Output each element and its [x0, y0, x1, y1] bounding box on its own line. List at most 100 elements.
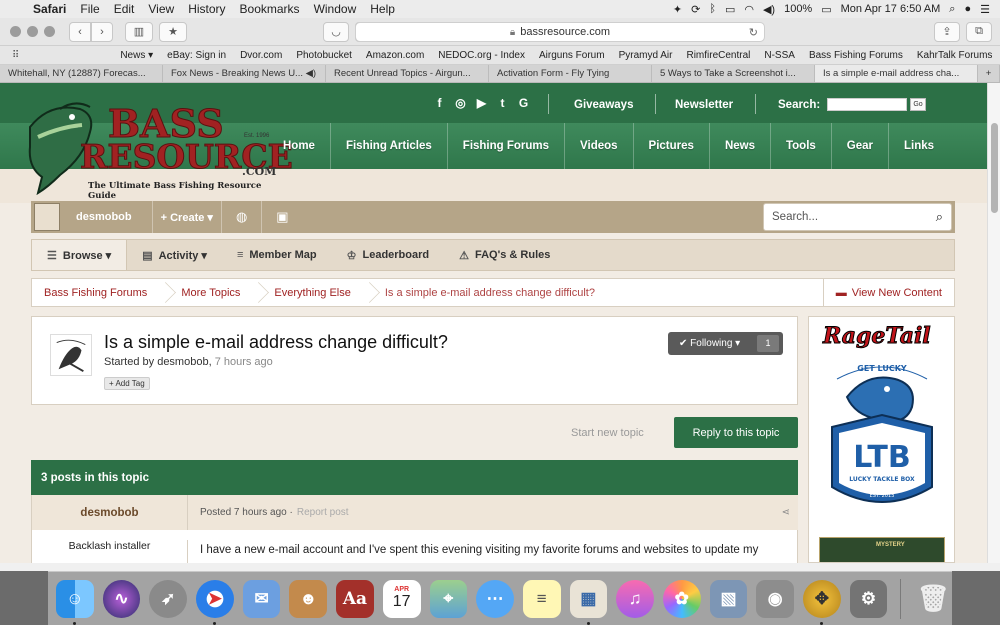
pocket-icon[interactable]: ◡ — [323, 21, 349, 42]
subnav-faq-rules[interactable]: ⚠ FAQ's & Rules — [444, 240, 565, 270]
finder-icon[interactable]: ☺ — [56, 579, 94, 625]
vertical-scrollbar[interactable] — [987, 83, 1000, 563]
post-author[interactable]: desmobob — [32, 495, 188, 530]
nav-home[interactable]: Home — [268, 123, 331, 169]
menu-file[interactable]: File — [73, 2, 106, 16]
battery-percent[interactable]: 100% — [784, 3, 812, 15]
grid-icon[interactable]: ⠿ — [12, 50, 19, 61]
system-preferences-icon[interactable]: ⚙ — [849, 579, 888, 618]
airplay-icon[interactable]: ▭ — [725, 3, 735, 16]
tabs-overview-icon[interactable]: ⧉ — [966, 21, 992, 42]
menu-history[interactable]: History — [181, 2, 232, 16]
share-icon[interactable]: ⇪ — [934, 21, 960, 42]
fav-item[interactable]: Photobucket — [289, 50, 359, 61]
close-window-button[interactable] — [10, 26, 21, 37]
spotlight-icon[interactable]: ⌕ — [949, 3, 955, 16]
wifi-icon[interactable]: ◠ — [744, 3, 754, 16]
user-avatar[interactable] — [34, 203, 60, 231]
trash-icon[interactable]: 🗑︎ — [914, 580, 952, 618]
screenshot-icon[interactable]: ◉ — [756, 579, 794, 618]
messages-icon[interactable]: ⋯ — [476, 579, 514, 618]
contacts-icon[interactable]: ☻ — [289, 579, 328, 618]
start-new-topic-link[interactable]: Start new topic — [571, 427, 644, 439]
inbox-icon[interactable]: ▣ — [276, 209, 288, 225]
breadcrumb-item[interactable]: Bass Fishing Forums — [32, 279, 159, 306]
nav-videos[interactable]: Videos — [565, 123, 634, 169]
instagram-icon[interactable]: ◎ — [453, 95, 468, 110]
google-plus-icon[interactable]: G — [516, 95, 531, 110]
forward-button[interactable]: › — [91, 21, 113, 42]
battery-icon[interactable]: ▭ — [821, 3, 831, 16]
youtube-icon[interactable]: ▶ — [474, 95, 489, 110]
photos-icon[interactable]: ✿ — [662, 579, 701, 618]
siri-icon[interactable]: ∿ — [102, 579, 141, 618]
subnav-leaderboard[interactable]: ♔ Leaderboard — [332, 240, 445, 270]
twitter-icon[interactable]: t — [495, 95, 510, 110]
volume-icon[interactable]: ◀) — [763, 3, 775, 16]
breadcrumb-item[interactable]: Everything Else — [262, 279, 362, 306]
compass-icon[interactable]: ✥ — [803, 579, 841, 625]
report-post-link[interactable]: Report post — [297, 507, 349, 518]
nav-pictures[interactable]: Pictures — [634, 123, 710, 169]
fav-item[interactable]: N-SSA — [757, 50, 802, 61]
fav-item[interactable]: Amazon.com — [359, 50, 431, 61]
nav-gear[interactable]: Gear — [832, 123, 890, 169]
fav-item[interactable]: RimfireCentral — [679, 50, 757, 61]
bluetooth-icon[interactable]: ᛒ — [709, 3, 716, 15]
top-sites-icon[interactable]: ★ — [159, 21, 187, 42]
fav-item[interactable]: Dvor.com — [233, 50, 289, 61]
site-logo[interactable]: Est. 1996 BASS RESOURCE .COM The Ultimat… — [20, 93, 293, 205]
zoom-window-button[interactable] — [44, 26, 55, 37]
clock[interactable]: Mon Apr 17 6:50 AM — [841, 3, 941, 15]
address-bar[interactable]: 🔒︎ bassresource.com ↻ — [355, 22, 765, 42]
globe-icon[interactable]: ◍ — [236, 209, 247, 225]
fav-item[interactable]: eBay: Sign in — [160, 50, 233, 61]
started-by-text[interactable]: Started by desmobob, — [104, 356, 212, 368]
image-capture-icon[interactable]: ▧ — [709, 579, 748, 618]
nav-news[interactable]: News — [710, 123, 771, 169]
site-search-input[interactable]: Search... ⌕ — [763, 203, 952, 231]
siri-icon[interactable]: ● — [964, 3, 971, 15]
menu-edit[interactable]: Edit — [107, 2, 142, 16]
browser-tab-active[interactable]: Is a simple e-mail address cha... — [815, 65, 978, 82]
nav-links[interactable]: Links — [889, 123, 949, 169]
breadcrumb-item[interactable]: More Topics — [169, 279, 252, 306]
create-button[interactable]: + Create ▾ — [161, 211, 213, 224]
nav-fishing-articles[interactable]: Fishing Articles — [331, 123, 448, 169]
status-sync-icon[interactable]: ⟳ — [691, 3, 700, 16]
launchpad-icon[interactable]: ➶ — [149, 579, 188, 618]
itunes-icon[interactable]: ♫ — [616, 579, 654, 618]
browser-tab[interactable]: Whitehall, NY (12887) Forecas... — [0, 65, 163, 82]
browser-tab[interactable]: Activation Form - Fly Tying — [489, 65, 652, 82]
horizontal-scrollbar[interactable] — [0, 563, 1000, 571]
author-avatar[interactable] — [50, 334, 92, 376]
menu-bookmarks[interactable]: Bookmarks — [233, 2, 307, 16]
reply-button[interactable]: Reply to this topic — [674, 417, 798, 448]
menu-help[interactable]: Help — [363, 2, 402, 16]
dictionary-icon[interactable]: Aa — [336, 579, 374, 618]
calendar-icon[interactable]: APR 17 — [382, 579, 421, 618]
menu-view[interactable]: View — [141, 2, 181, 16]
minimize-window-button[interactable] — [27, 26, 38, 37]
fav-item[interactable]: Bass Fishing Forums — [802, 50, 910, 61]
fav-item[interactable]: Airguns Forum — [532, 50, 612, 61]
newsletter-link[interactable]: Newsletter — [675, 99, 733, 111]
notification-center-icon[interactable]: ☰ — [980, 3, 990, 16]
status-tool-icon[interactable]: ✦ — [673, 3, 682, 16]
notes-icon[interactable]: ≡ — [522, 579, 561, 618]
sidebar-toggle-icon[interactable]: ▥ — [125, 21, 153, 42]
fav-item[interactable]: KahrTalk Forums — [910, 50, 1000, 61]
maps-icon[interactable]: ⌖ — [429, 579, 468, 618]
back-button[interactable]: ‹ — [69, 21, 91, 42]
browser-tab[interactable]: 5 Ways to Take a Screenshot i... — [652, 65, 815, 82]
subnav-member-map[interactable]: ≡ Member Map — [222, 240, 332, 270]
preview-icon[interactable]: ▦ — [569, 579, 608, 625]
nav-tools[interactable]: Tools — [771, 123, 832, 169]
share-icon[interactable]: ⋖ — [782, 507, 790, 518]
scroll-thumb[interactable] — [991, 123, 998, 213]
menu-window[interactable]: Window — [307, 2, 364, 16]
giveaways-link[interactable]: Giveaways — [574, 99, 633, 111]
fav-item[interactable]: NEDOC.org - Index — [431, 50, 532, 61]
facebook-icon[interactable]: f — [432, 95, 447, 110]
browser-tab[interactable]: Recent Unread Topics - Airgun... — [326, 65, 489, 82]
